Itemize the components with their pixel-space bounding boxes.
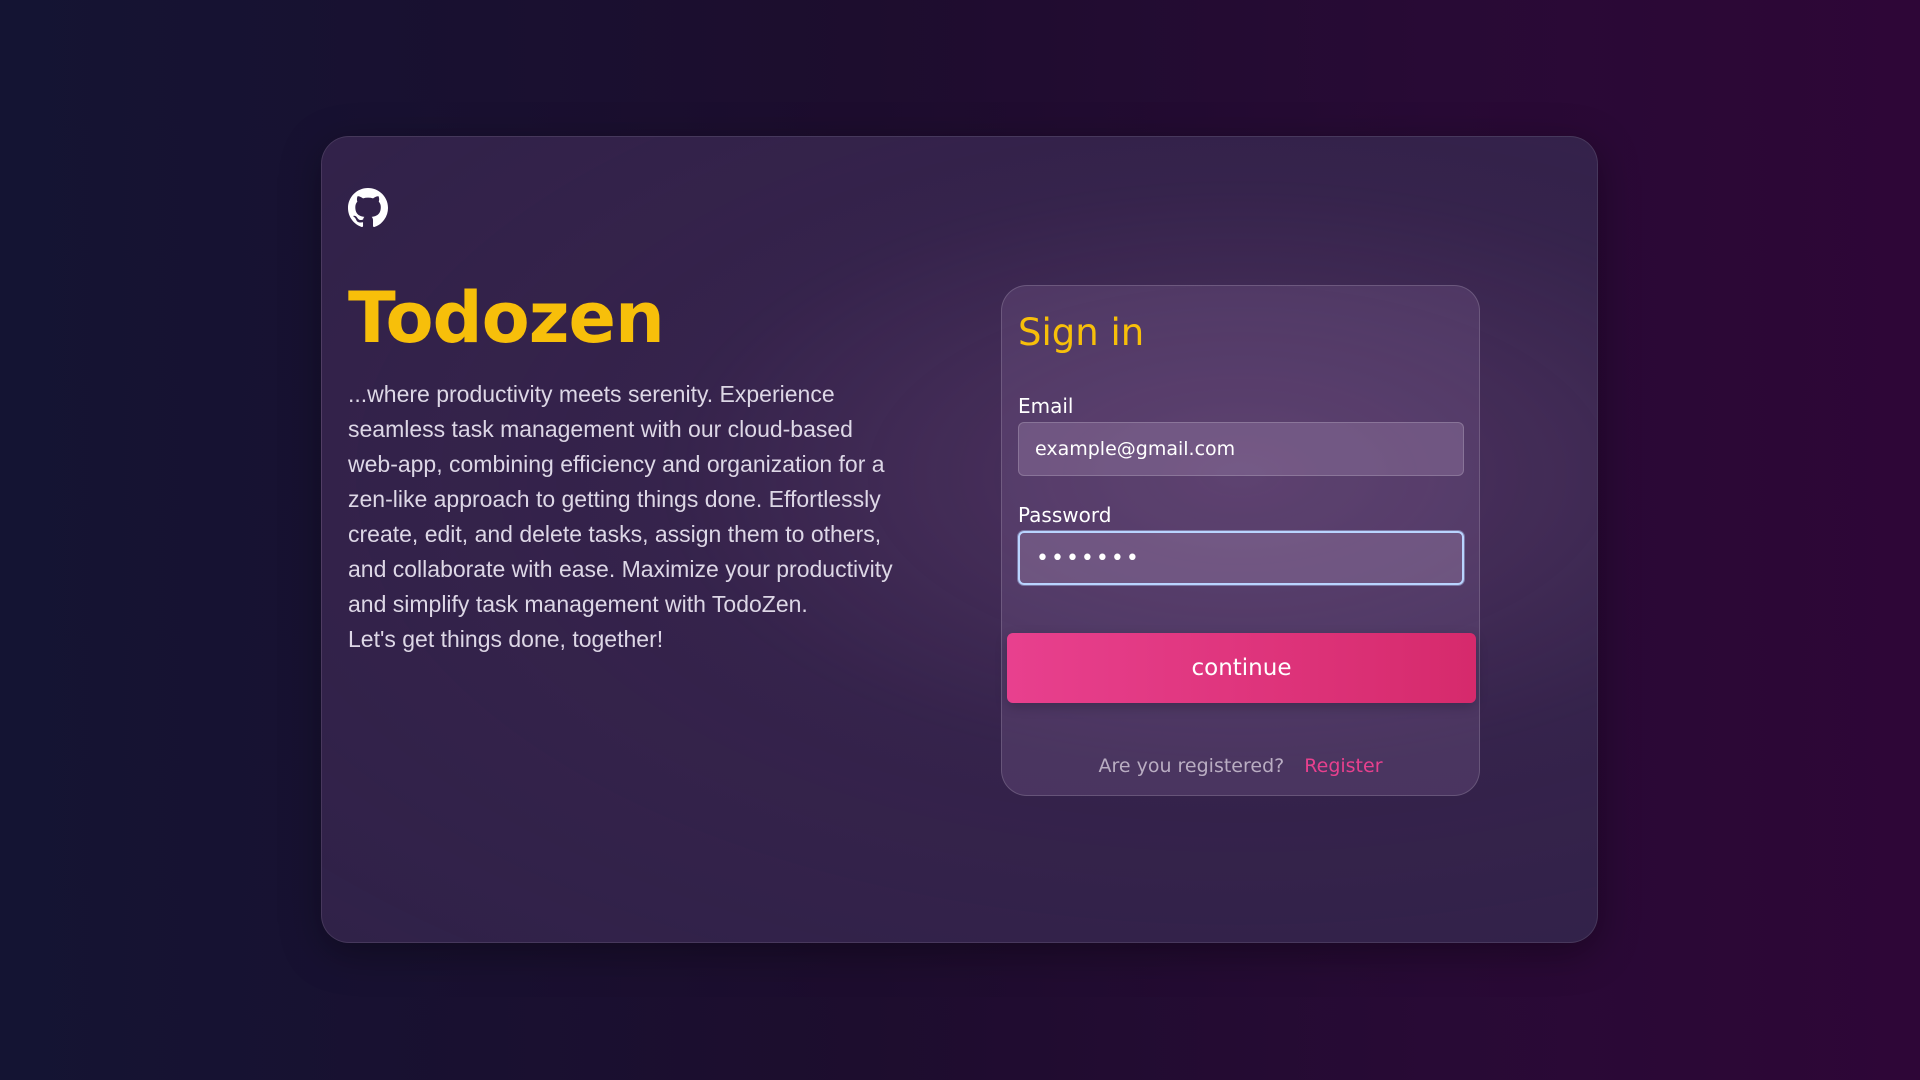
password-label: Password xyxy=(1018,503,1112,527)
github-icon[interactable] xyxy=(348,188,388,228)
continue-button[interactable]: continue xyxy=(1007,633,1476,703)
main-card: Todozen ...where productivity meets sere… xyxy=(321,136,1598,943)
signin-title: Sign in xyxy=(1018,311,1145,354)
password-field[interactable] xyxy=(1018,531,1464,585)
register-link[interactable]: Register xyxy=(1304,755,1382,777)
register-question: Are you registered? xyxy=(1098,755,1285,777)
tagline-text: ...where productivity meets serenity. Ex… xyxy=(348,381,893,652)
register-row: Are you registered? Register xyxy=(1002,755,1479,777)
brand-title: Todozen xyxy=(348,277,665,359)
email-label: Email xyxy=(1018,394,1074,418)
email-field[interactable] xyxy=(1018,422,1464,476)
signin-panel: Sign in Email Password continue Are you … xyxy=(1001,285,1480,796)
